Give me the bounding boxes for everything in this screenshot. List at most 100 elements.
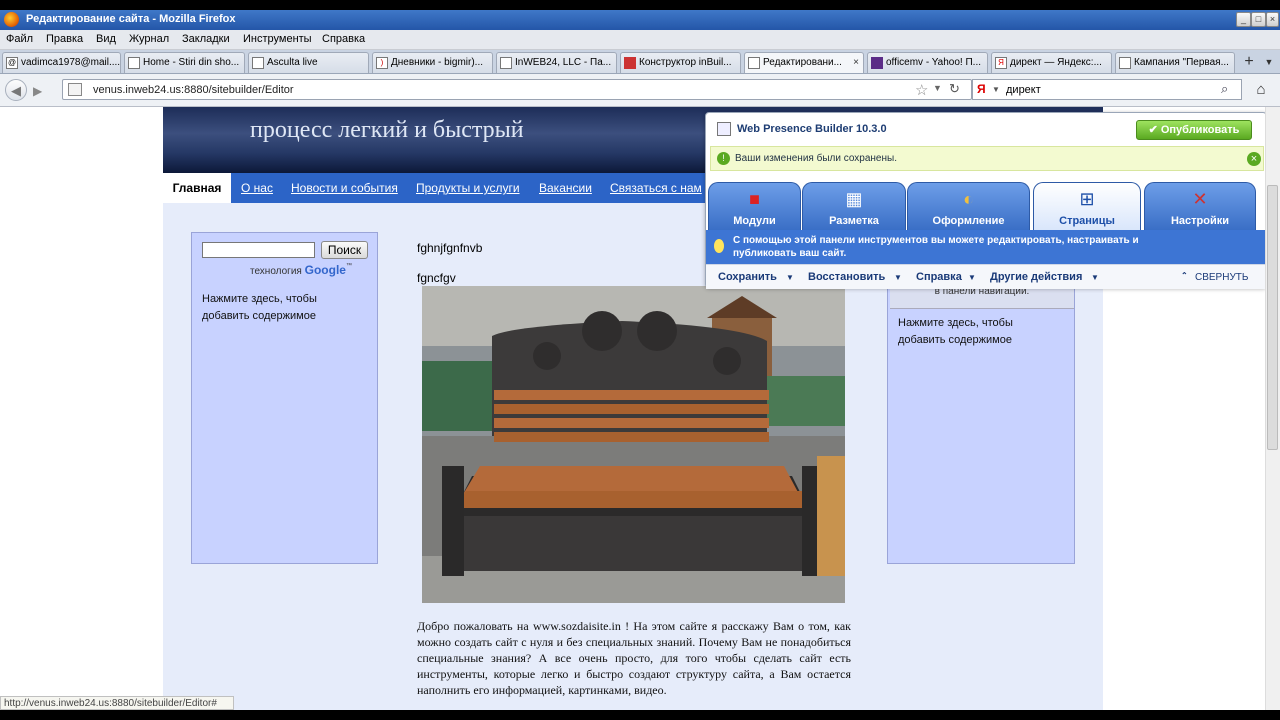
tab-bigmir[interactable]: ) Дневники - bigmir)... xyxy=(372,52,493,73)
nav-news[interactable]: Новости и события xyxy=(291,181,398,195)
google-attribution: технология Google™ xyxy=(250,263,352,277)
site-slogan: процесс легкий и быстрый xyxy=(250,117,524,143)
reload-icon[interactable]: ↻ xyxy=(949,81,960,97)
welcome-text: Добро пожаловать на www.sozdaisite.in ! … xyxy=(417,619,851,697)
menu-view[interactable]: Вид xyxy=(96,33,116,45)
collapse-button[interactable]: СВЕРНУТЬ xyxy=(1195,272,1248,283)
builder-actions-toolbar: Сохранить ▼ Восстановить ▼ Справка ▼ Дру… xyxy=(706,264,1266,289)
window-title: Редактирование сайта - Mozilla Firefox xyxy=(26,13,236,25)
nav-jobs[interactable]: Вакансии xyxy=(539,181,592,195)
home-icon[interactable]: ⌂ xyxy=(1250,80,1272,99)
tab-constructor[interactable]: Конструктор inBuil... xyxy=(620,52,741,73)
bottom-black-border xyxy=(0,710,1280,720)
tab-label: vadimca1978@mail.... xyxy=(21,57,121,68)
tab-modules[interactable]: ■ Модули xyxy=(708,182,801,230)
mail-icon: @ xyxy=(6,57,18,69)
tab-yandex[interactable]: Ядирект — Яндекс:... xyxy=(991,52,1112,73)
dismiss-close-icon[interactable]: × xyxy=(1247,152,1261,166)
save-dropdown-icon[interactable]: ▼ xyxy=(786,273,794,282)
menu-bar: Файл Правка Вид Журнал Закладки Инструме… xyxy=(0,30,1280,50)
search-input-text: директ xyxy=(1006,84,1041,96)
site-identity-icon[interactable] xyxy=(68,83,82,96)
site-search-input[interactable] xyxy=(202,242,315,258)
right-sidebar[interactable]: в панели навигации. Нажмите здесь, чтобы… xyxy=(887,285,1075,564)
tab-settings[interactable]: ✕ Настройки xyxy=(1144,182,1256,230)
tab-mail[interactable]: @ vadimca1978@mail.... xyxy=(2,52,121,73)
url-bar[interactable]: venus.inweb24.us:8880/sitebuilder/Editor… xyxy=(62,79,972,100)
forward-button[interactable]: ▶ xyxy=(33,84,42,98)
editor-icon xyxy=(748,57,760,69)
tab-editor-active[interactable]: Редактировани... × xyxy=(744,52,864,73)
nav-home[interactable]: Главная xyxy=(163,173,231,203)
builder-logo-icon xyxy=(717,122,731,136)
builder-hint-line1: С помощью этой панели инструментов вы мо… xyxy=(733,235,1139,246)
help-button[interactable]: Справка xyxy=(916,271,962,283)
tab-layout[interactable]: ▦ Разметка xyxy=(802,182,906,230)
help-dropdown-icon[interactable]: ▼ xyxy=(968,273,976,282)
tab-pages-label: Страницы xyxy=(1059,215,1115,227)
tab-label: Редактировани... xyxy=(763,57,842,68)
menu-history[interactable]: Журнал xyxy=(129,33,169,45)
restore-button[interactable]: Восстановить xyxy=(808,271,885,283)
saved-notification: ! Ваши изменения были сохранены. × xyxy=(710,146,1264,171)
tab-pages[interactable]: ⊞ Страницы xyxy=(1033,182,1141,230)
save-button[interactable]: Сохранить xyxy=(718,271,777,283)
yandex-icon[interactable]: Я xyxy=(977,82,986,96)
back-button[interactable]: ◀ xyxy=(5,79,27,101)
nav-about[interactable]: О нас xyxy=(241,181,273,195)
nav-contact[interactable]: Связаться с нам xyxy=(610,181,702,195)
other-actions-button[interactable]: Другие действия xyxy=(990,271,1082,283)
status-bar: http://venus.inweb24.us:8880/sitebuilder… xyxy=(0,696,234,710)
bench-illustration xyxy=(422,286,845,603)
layout-icon: ▦ xyxy=(845,189,863,209)
content-text-2[interactable]: fgncfgv xyxy=(417,271,456,285)
welcome-paragraph[interactable]: Добро пожаловать на www.sozdaisite.in ! … xyxy=(417,618,851,698)
minimize-button[interactable]: _ xyxy=(1236,12,1251,27)
publish-button[interactable]: ✔ Опубликовать xyxy=(1136,120,1252,140)
page-icon xyxy=(128,57,140,69)
search-bar[interactable]: Я ▼ директ ⌕ xyxy=(972,79,1242,100)
engine-dropdown-icon[interactable]: ▼ xyxy=(992,85,1000,94)
content-text-1[interactable]: fghnjfgnfnvb xyxy=(417,241,482,255)
close-window-button[interactable]: × xyxy=(1266,12,1279,27)
left-sidebar[interactable]: Поиск технология Google™ Нажмите здесь, … xyxy=(191,232,378,564)
tab-inweb24[interactable]: InWEB24, LLC - Па... xyxy=(496,52,617,73)
site-search-button[interactable]: Поиск xyxy=(321,241,368,259)
menu-tools[interactable]: Инструменты xyxy=(243,33,312,45)
tab-asculta[interactable]: Asculta live xyxy=(248,52,369,73)
tab-design[interactable]: ◐ Оформление xyxy=(907,182,1030,230)
left-placeholder-line1: Нажмите здесь, чтобы xyxy=(202,293,317,305)
collapse-chevron-icon[interactable]: ⌃ xyxy=(1181,271,1188,280)
check-icon: ✔ xyxy=(1148,124,1158,136)
builder-hint: С помощью этой панели инструментов вы мо… xyxy=(733,234,1233,260)
restore-dropdown-icon[interactable]: ▼ xyxy=(894,273,902,282)
tab-label: Конструктор inBuil... xyxy=(639,57,732,68)
window-titlebar: Редактирование сайта - Mozilla Firefox _… xyxy=(0,10,1280,30)
menu-help[interactable]: Справка xyxy=(322,33,365,45)
menu-edit[interactable]: Правка xyxy=(46,33,83,45)
page-icon xyxy=(1119,57,1131,69)
search-magnifier-icon[interactable]: ⌕ xyxy=(1221,81,1228,97)
menu-file[interactable]: Файл xyxy=(6,33,33,45)
tab-yahoo[interactable]: officemv - Yahoo! П... xyxy=(867,52,988,73)
left-placeholder-line2: добавить содержимое xyxy=(202,310,316,322)
bookmark-star-icon[interactable]: ☆ xyxy=(915,81,928,99)
bench-photo[interactable] xyxy=(422,286,845,603)
maximize-button[interactable]: □ xyxy=(1251,12,1266,27)
nav-products[interactable]: Продукты и услуги xyxy=(416,181,520,195)
trademark: ™ xyxy=(345,263,352,269)
new-tab-button[interactable]: + xyxy=(1238,52,1260,72)
tab-list-chevron-icon[interactable]: ▼ xyxy=(1262,54,1276,70)
right-placeholder[interactable]: Нажмите здесь, чтобы добавить содержимое xyxy=(898,315,1013,349)
close-tab-icon[interactable]: × xyxy=(853,53,859,73)
builder-hint-line2: публиковать ваш сайт. xyxy=(733,248,847,259)
scrollbar-thumb[interactable] xyxy=(1267,185,1278,450)
history-dropdown-icon[interactable]: ▼ xyxy=(933,83,942,93)
nav-hint-box: в панели навигации. xyxy=(890,286,1074,309)
tab-stiri[interactable]: Home - Stiri din sho... xyxy=(124,52,245,73)
tab-layout-label: Разметка xyxy=(829,215,879,227)
menu-bookmarks[interactable]: Закладки xyxy=(182,33,230,45)
tab-campaign[interactable]: Кампания "Первая... xyxy=(1115,52,1235,73)
left-placeholder[interactable]: Нажмите здесь, чтобы добавить содержимое xyxy=(202,291,317,325)
other-actions-dropdown-icon[interactable]: ▼ xyxy=(1091,273,1099,282)
